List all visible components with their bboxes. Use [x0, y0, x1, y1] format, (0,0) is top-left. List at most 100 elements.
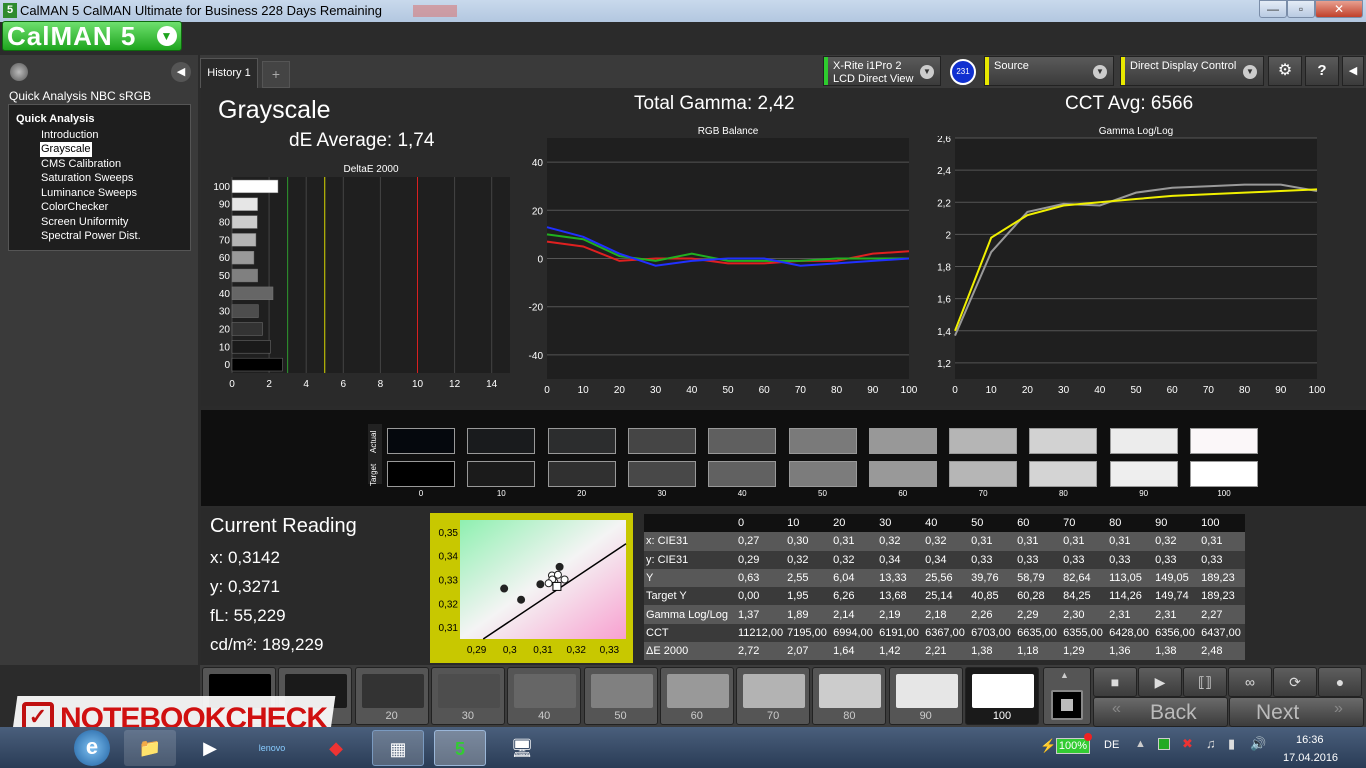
table-cell: 189,23	[1201, 572, 1235, 585]
monitor-app-icon[interactable]: 🖥	[496, 730, 548, 766]
option-circle-icon[interactable]: ●	[1318, 667, 1362, 697]
deltae-chart: 0 2 4 6 8 10 12 14 0 10 20 30 40 50 60 70 80 90 100	[213, 177, 510, 390]
volume-icon[interactable]: 🔊	[1250, 736, 1266, 752]
back-button[interactable]: « Back	[1093, 697, 1228, 727]
signal-icon[interactable]: ▮	[1228, 736, 1235, 752]
network-warning-icon[interactable]: ✖	[1182, 736, 1193, 752]
read-range-icon[interactable]: ⟦⟧	[1183, 667, 1227, 697]
next-button[interactable]: Next »	[1229, 697, 1364, 727]
clock-date[interactable]: 17.04.2016	[1283, 752, 1338, 764]
table-cell: 2,27	[1201, 608, 1223, 621]
tree-item-cms-calibration[interactable]: CMS Calibration	[41, 157, 121, 172]
control-panel-icon[interactable]: ▦	[372, 730, 424, 766]
table-cell: 0,32	[787, 553, 809, 566]
explorer-icon[interactable]: 📁	[124, 730, 176, 766]
swatch-label: 40	[737, 489, 747, 498]
patch-button[interactable]: 20	[354, 667, 429, 725]
swatch-label: 10	[496, 489, 506, 498]
maximize-button[interactable]: ▫	[1287, 0, 1315, 18]
power-icon[interactable]: ⚡	[1040, 738, 1056, 754]
display-status-bar	[1121, 57, 1125, 85]
patch-button[interactable]: 40	[507, 667, 582, 725]
tree-item-colorchecker[interactable]: ColorChecker	[41, 200, 108, 215]
table-header-row: 0 10 20 30 40 50 60 70 80 90 100	[644, 514, 1246, 533]
patch-button[interactable]: 70	[736, 667, 811, 725]
target-swatch	[868, 461, 937, 487]
tree-root[interactable]: Quick Analysis	[16, 112, 94, 127]
display-selector[interactable]: Direct Display Control ▼	[1120, 56, 1264, 86]
play-icon[interactable]: ▶	[1138, 667, 1182, 697]
stop-measure-icon[interactable]: ■	[1093, 667, 1137, 697]
patch-button[interactable]: 90	[888, 667, 963, 725]
table-cell: 0,32	[925, 535, 947, 548]
media-player-icon[interactable]: ▶	[184, 730, 236, 766]
add-tab-button[interactable]: +	[262, 61, 290, 88]
table-cell: 149,74	[1155, 590, 1189, 603]
y-tick-label: 70	[219, 235, 231, 246]
ie-icon[interactable]: e	[74, 730, 110, 766]
table-cell: 40,85	[971, 590, 999, 603]
table-row: Target Y 0,00 1,95 6,26 13,68 25,14 40,85 60,28…	[644, 587, 1246, 606]
tray-chevron-icon[interactable]: ▲	[1135, 738, 1146, 750]
tree-item-spectral-power[interactable]: Spectral Power Dist.	[41, 229, 141, 244]
table-cell: 149,05	[1155, 572, 1189, 585]
table-cell: 82,64	[1063, 572, 1091, 585]
patch-button[interactable]: 100	[965, 667, 1039, 725]
stop-button[interactable]	[1051, 690, 1083, 720]
meter-selector[interactable]: X-Rite i1Pro 2 LCD Direct View ▼	[823, 56, 941, 86]
table-cell: 1,36	[1109, 645, 1131, 658]
y-tick-label: 1,8	[937, 263, 951, 274]
deltae-bar	[231, 251, 255, 265]
gamma-chart: 0 10 20 30 40 50 60 70 80 90 100 2,6 2,4 2,2 2 1,8 1,6 1,…	[937, 136, 1326, 394]
clock-time[interactable]: 16:36	[1296, 734, 1324, 746]
table-cell: 0,32	[833, 553, 855, 566]
patch-button[interactable]: 80	[812, 667, 887, 725]
window-title: CalMAN 5 CalMAN Ultimate for Business 22…	[20, 3, 382, 18]
collapse-left-icon[interactable]: ◀	[171, 62, 191, 82]
headset-icon[interactable]: ♫	[1206, 736, 1216, 751]
target-swatch	[788, 461, 857, 487]
table-cell: 0,31	[833, 535, 855, 548]
minimize-button[interactable]: —	[1259, 0, 1287, 18]
table-header-cell: 100	[1201, 517, 1220, 530]
language-indicator[interactable]: DE	[1104, 739, 1119, 751]
x-tick-label: 40	[1094, 385, 1106, 394]
x-tick-label: 20	[1022, 385, 1034, 394]
calman-taskbar-icon[interactable]: 5	[434, 730, 486, 766]
source-selector[interactable]: Source ▼	[984, 56, 1114, 86]
table-cell: 1,38	[1155, 645, 1177, 658]
cie-chart: 0,29 0,3 0,31 0,32 0,33 0,35 0,34 0,33 0,32 0,31	[430, 513, 633, 663]
next-icon: »	[1334, 700, 1343, 717]
lenovo-icon[interactable]: lenovo	[246, 730, 298, 766]
continuous-icon[interactable]: ∞	[1228, 667, 1272, 697]
x-tick-label: 50	[722, 385, 734, 394]
pin-icon[interactable]	[10, 63, 28, 81]
patch-color	[361, 674, 424, 708]
help-icon[interactable]: ?	[1305, 56, 1339, 86]
tree-item-introduction[interactable]: Introduction	[41, 128, 98, 143]
app-red-icon[interactable]: ◆	[310, 730, 362, 766]
close-button[interactable]: ✕	[1315, 0, 1363, 18]
tray-app-icon[interactable]	[1158, 738, 1170, 750]
logo-text: CalMAN 5	[7, 21, 137, 51]
tree-item-luminance-sweeps[interactable]: Luminance Sweeps	[41, 186, 137, 201]
calman-logo-button[interactable]: CalMAN 5 ▼	[2, 21, 182, 51]
patch-color	[819, 674, 882, 708]
meter-badge[interactable]: 231	[950, 59, 976, 85]
patch-button[interactable]: 50	[583, 667, 658, 725]
tree-item-saturation-sweeps[interactable]: Saturation Sweeps	[41, 171, 133, 186]
tab-history-1[interactable]: History 1	[200, 58, 258, 88]
patch-button[interactable]: 60	[659, 667, 734, 725]
deltae-bar	[231, 197, 258, 211]
tree-item-grayscale[interactable]: Grayscale	[40, 142, 92, 157]
tree-item-screen-uniformity[interactable]: Screen Uniformity	[41, 215, 128, 230]
chevron-up-icon[interactable]: ▲	[1060, 670, 1069, 680]
gear-icon[interactable]: ⚙	[1268, 56, 1302, 86]
y-tick-label: -20	[529, 303, 544, 314]
swatch-label: 100	[1217, 489, 1231, 498]
y-tick-label: 40	[532, 158, 544, 169]
refresh-icon[interactable]: ⟳	[1273, 667, 1317, 697]
patch-color	[437, 674, 500, 708]
patch-button[interactable]: 30	[430, 667, 505, 725]
collapse-right-icon[interactable]: ◀	[1342, 56, 1364, 86]
